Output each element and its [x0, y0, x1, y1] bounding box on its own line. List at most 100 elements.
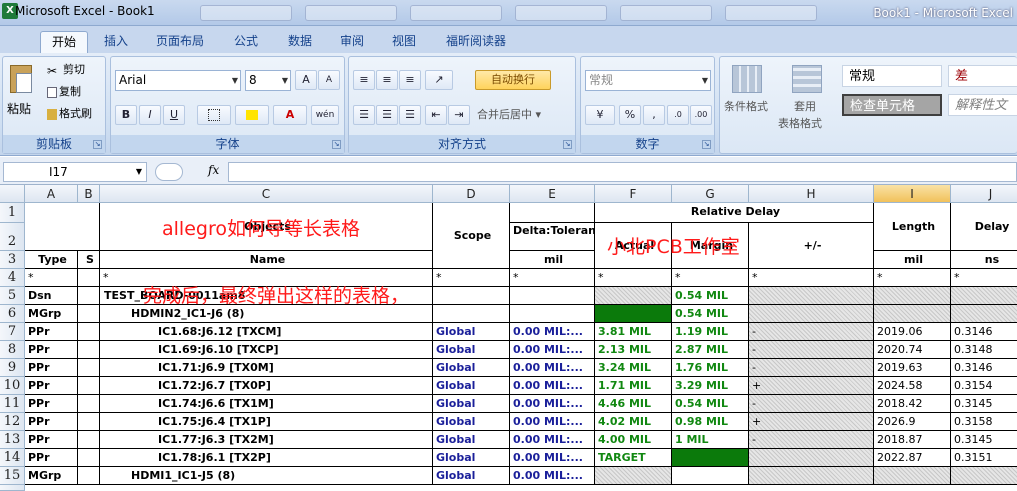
grid-cell[interactable]: 2018.87 [874, 431, 951, 449]
grid-cell[interactable]: PPr [25, 341, 78, 359]
comma-button[interactable]: , [643, 105, 665, 125]
tab-foxit-reader[interactable]: 福昕阅读器 [436, 31, 516, 53]
font-size-select[interactable]: 8 ▼ [245, 70, 291, 91]
grid-cell[interactable]: IC1.71:J6.9 [TX0M] [100, 359, 433, 377]
row-header[interactable]: 2 [0, 223, 25, 251]
grid-cell[interactable] [951, 287, 1017, 305]
grid-cell[interactable]: - [749, 431, 874, 449]
grid-cell[interactable]: 2.87 MIL [672, 341, 749, 359]
grid-cell[interactable] [951, 305, 1017, 323]
row-header[interactable]: 5 [0, 287, 25, 305]
grid-cell[interactable] [749, 449, 874, 467]
currency-button[interactable]: ¥ [585, 105, 615, 125]
row-header[interactable] [0, 485, 25, 491]
grid-cell[interactable]: IC1.69:J6.10 [TXCP] [100, 341, 433, 359]
grid-cell[interactable] [78, 341, 100, 359]
grid-cell[interactable]: * [874, 269, 951, 287]
grid-cell[interactable]: * [25, 269, 78, 287]
column-header[interactable]: F [595, 185, 672, 203]
cut-button[interactable]: ✂ 剪切 [47, 62, 85, 78]
align-middle-button[interactable]: ≡ [376, 70, 398, 90]
grid-cell[interactable]: Global [433, 323, 510, 341]
grid-cell[interactable] [874, 287, 951, 305]
grid-cell[interactable]: 0.3146 [951, 359, 1017, 377]
grid-cell[interactable]: 2018.42 [874, 395, 951, 413]
grid-cell[interactable]: * [749, 269, 874, 287]
row-header[interactable]: 15 [0, 467, 25, 485]
italic-button[interactable]: I [139, 105, 161, 125]
grid-cell[interactable]: - [749, 359, 874, 377]
grid-cell[interactable]: 4.46 MIL [595, 395, 672, 413]
grid-cell[interactable] [595, 467, 672, 485]
grid-cell[interactable]: PPr [25, 323, 78, 341]
grid-cell[interactable]: 0.3148 [951, 341, 1017, 359]
grid-cell[interactable] [78, 287, 100, 305]
style-check-cell[interactable]: 检查单元格 [842, 94, 942, 116]
grid-cell[interactable] [595, 287, 672, 305]
column-header[interactable]: J [951, 185, 1017, 203]
format-painter-button[interactable]: 格式刷 [47, 106, 92, 122]
merge-center-button[interactable]: 合并后居中 ▾ [477, 107, 541, 123]
fill-color-button[interactable] [235, 105, 269, 125]
grid-cell[interactable]: 2.13 MIL [595, 341, 672, 359]
grid-cell[interactable]: 3.24 MIL [595, 359, 672, 377]
column-header[interactable]: E [510, 185, 595, 203]
grid-cell[interactable]: Length [874, 203, 951, 251]
grid-cell[interactable]: 2019.06 [874, 323, 951, 341]
grid-cell[interactable]: - [749, 395, 874, 413]
grid-cell[interactable]: 0.00 MIL:... [510, 431, 595, 449]
grid-cell[interactable]: 1.71 MIL [595, 377, 672, 395]
grid-cell[interactable]: MGrp [25, 467, 78, 485]
grid-cell[interactable] [749, 467, 874, 485]
grid-cell[interactable]: 3.81 MIL [595, 323, 672, 341]
grid-cell[interactable]: Global [433, 395, 510, 413]
column-header[interactable]: G [672, 185, 749, 203]
grid-cell[interactable]: 0.3145 [951, 431, 1017, 449]
percent-button[interactable]: % [619, 105, 641, 125]
grid-cell[interactable] [78, 305, 100, 323]
row-header[interactable]: 9 [0, 359, 25, 377]
grid-cell[interactable]: 0.00 MIL:... [510, 359, 595, 377]
grid-cell[interactable] [510, 203, 595, 223]
grid-cell[interactable]: 0.54 MIL [672, 287, 749, 305]
paste-icon[interactable] [7, 61, 37, 97]
select-all-corner[interactable] [0, 185, 25, 203]
grid-cell[interactable]: IC1.77:J6.3 [TX2M] [100, 431, 433, 449]
grid-cell[interactable]: 0.54 MIL [672, 395, 749, 413]
insert-function-icon[interactable]: fx [208, 163, 219, 177]
grid-cell[interactable]: Global [433, 413, 510, 431]
tab-formulas[interactable]: 公式 [224, 31, 268, 53]
grid-cell[interactable] [433, 305, 510, 323]
grid-cell[interactable]: - [749, 341, 874, 359]
grid-cell[interactable]: PPr [25, 413, 78, 431]
grid-cell[interactable]: IC1.75:J6.4 [TX1P] [100, 413, 433, 431]
spreadsheet-grid[interactable]: ABCDEFGHIJ 1 2 3 4 5 6 7 8 9 10 11 12 13 14 15 Objects… [0, 185, 1017, 491]
grid-cell[interactable]: Name [100, 251, 433, 269]
grid-cell[interactable]: Global [433, 467, 510, 485]
grid-cell[interactable] [595, 305, 672, 323]
grid-cell[interactable]: 3.29 MIL [672, 377, 749, 395]
grid-cell[interactable]: PPr [25, 395, 78, 413]
grid-cell[interactable]: 0.00 MIL:... [510, 413, 595, 431]
grid-cell[interactable]: + [749, 413, 874, 431]
grid-cell[interactable] [78, 269, 100, 287]
grid-cell[interactable]: 4.02 MIL [595, 413, 672, 431]
grid-cell[interactable] [874, 467, 951, 485]
grid-cell[interactable]: 2019.63 [874, 359, 951, 377]
row-header[interactable]: 4 [0, 269, 25, 287]
phonetic-button[interactable]: wén [311, 105, 339, 125]
grid-cell[interactable]: 0.3151 [951, 449, 1017, 467]
grid-cell[interactable]: Delta:Tolerance [510, 223, 595, 251]
grid-cell[interactable]: Relative Delay [595, 203, 874, 223]
grid-cell[interactable] [951, 467, 1017, 485]
grow-font-button[interactable]: A [295, 70, 317, 90]
tab-home[interactable]: 开始 [40, 31, 88, 53]
column-header[interactable]: C [100, 185, 433, 203]
grid-cell[interactable]: * [595, 269, 672, 287]
grid-cell[interactable]: 0.00 MIL:... [510, 323, 595, 341]
row-header[interactable]: 7 [0, 323, 25, 341]
grid-cell[interactable]: ns [951, 251, 1017, 269]
wrap-text-button[interactable]: 自动换行 [475, 70, 551, 90]
grid-cell[interactable] [78, 413, 100, 431]
orientation-button[interactable]: ↗ [425, 70, 453, 90]
